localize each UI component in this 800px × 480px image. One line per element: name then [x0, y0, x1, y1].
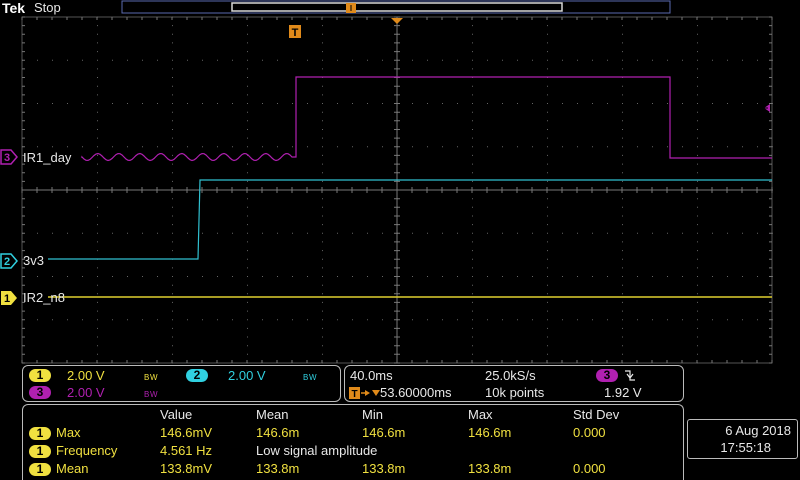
measurement-min: 133.8m	[362, 461, 406, 476]
ch2-ground-marker[interactable]: 2	[0, 253, 18, 269]
ch3-badge[interactable]: 3	[29, 386, 51, 399]
ch1-ground-marker[interactable]: 1	[1, 291, 17, 305]
record-view-bar[interactable]	[121, 0, 671, 14]
ch2-badge[interactable]: 2	[186, 369, 208, 382]
col-header-mean: Mean	[256, 407, 289, 422]
trigger-delay-icon: T	[349, 387, 370, 400]
ch1-scale[interactable]: 2.00 V	[67, 369, 105, 383]
measurement-value: 133.8mV	[160, 461, 213, 476]
svg-text:3: 3	[4, 152, 10, 164]
ch3-label: IR1_day	[23, 150, 72, 165]
svg-text:1: 1	[4, 293, 10, 305]
col-header-max: Max	[468, 407, 493, 422]
trigger-source-badge[interactable]: 3	[596, 369, 618, 382]
graticule-grid	[21, 16, 773, 364]
col-header-min: Min	[362, 407, 383, 422]
svg-text:T: T	[351, 389, 357, 400]
record-length[interactable]: 10k points	[485, 386, 544, 400]
ch3-bw-limit-icon: B W	[144, 390, 158, 399]
measurements-panel: Value Mean Min Max Std Dev 1 Max 146.6mV…	[22, 404, 684, 480]
col-header-value: Value	[160, 407, 193, 422]
measurement-source-badge: 1	[29, 463, 51, 476]
ch2-label: 3v3	[23, 253, 44, 268]
svg-text:T: T	[292, 27, 299, 39]
ch1-badge[interactable]: 1	[29, 369, 51, 382]
ch1-bw-limit-icon: B W	[144, 373, 158, 382]
timebase-panel: 40.0ms 25.0kS/s 3 T 53.60000ms 10k point…	[344, 365, 684, 402]
measurement-max: 133.8m	[468, 461, 512, 476]
acquisition-status[interactable]: Stop	[34, 1, 61, 15]
trigger-position-marker[interactable]	[391, 18, 403, 24]
measurement-std-dev: 0.000	[573, 425, 606, 440]
falling-edge-icon	[625, 370, 635, 381]
measurement-name: Frequency	[56, 443, 118, 458]
trigger-t-marker[interactable]: T	[289, 25, 301, 39]
trigger-delay[interactable]: 53.60000ms	[380, 386, 452, 400]
measurement-mean: 146.6m	[256, 425, 300, 440]
ch3-waveform	[81, 76, 772, 162]
measurement-mean: 133.8m	[256, 461, 300, 476]
sample-rate: 25.0kS/s	[485, 368, 536, 383]
measurement-warning: Low signal amplitude	[256, 443, 378, 458]
time: 17:55:18	[720, 440, 771, 455]
channel-scale-panel: 1 2.00 V B W 2 2.00 V B W 3 2.00 V B W	[22, 365, 341, 402]
measurement-value: 146.6mV	[160, 425, 213, 440]
ch3-scale[interactable]: 2.00 V	[67, 386, 105, 400]
ch2-bw-limit-icon: B W	[303, 373, 317, 382]
ch3-ground-marker[interactable]: 3	[0, 149, 18, 165]
date: 6 Aug 2018	[725, 423, 791, 438]
brand-logo: Tek	[2, 0, 26, 16]
horizontal-scale[interactable]: 40.0ms	[350, 369, 393, 383]
trigger-level[interactable]: 1.92 V	[604, 386, 642, 400]
measurement-min: 146.6m	[362, 425, 406, 440]
col-header-std-dev: Std Dev	[573, 407, 620, 422]
measurement-max: 146.6m	[468, 425, 512, 440]
measurement-std-dev: 0.000	[573, 461, 606, 476]
ch2-scale[interactable]: 2.00 V	[228, 369, 266, 383]
svg-text:2: 2	[4, 256, 10, 268]
measurement-source-badge: 1	[29, 427, 51, 440]
measurement-name: Mean	[56, 461, 89, 476]
ch1-label: IR2_n8	[23, 290, 65, 305]
measurement-name: Max	[56, 425, 81, 440]
measurement-value: 4.561 Hz	[160, 443, 213, 458]
datetime-display[interactable]: 6 Aug 2018 17:55:18	[687, 419, 798, 459]
measurement-source-badge: 1	[29, 445, 51, 458]
